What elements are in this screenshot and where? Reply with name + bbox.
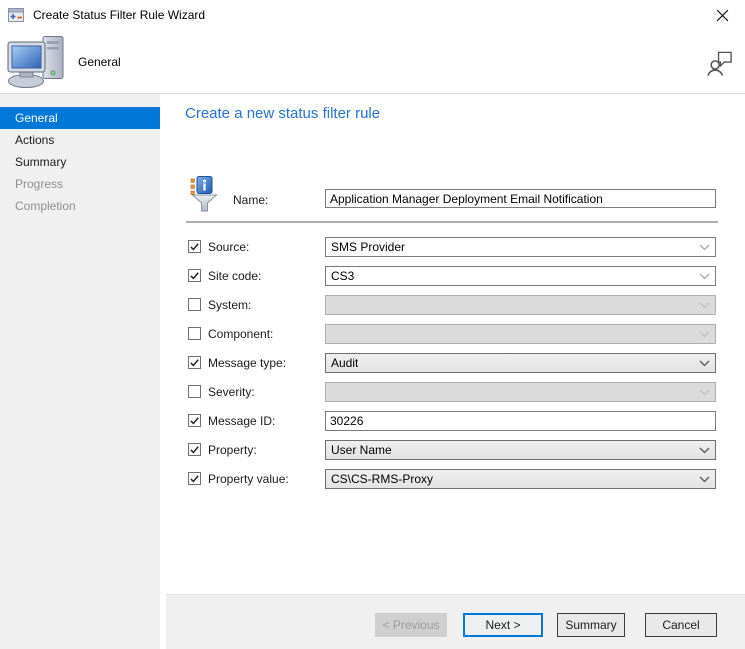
site-code-combo[interactable]: CS3	[325, 266, 716, 286]
property-checkbox[interactable]	[188, 443, 201, 456]
previous-button: < Previous	[375, 613, 447, 637]
severity-combo	[325, 382, 716, 402]
message-type-combo[interactable]: Audit	[325, 353, 716, 373]
message-id-label: Message ID:	[208, 414, 275, 428]
chevron-down-icon	[699, 244, 710, 251]
cancel-button[interactable]: Cancel	[645, 613, 717, 637]
name-field-wrap	[325, 189, 716, 208]
property-value-combo[interactable]: CS\CS-RMS-Proxy	[325, 469, 716, 489]
sidebar-item-actions[interactable]: Actions	[0, 129, 160, 151]
close-icon	[716, 9, 729, 22]
property-combo[interactable]: User Name	[325, 440, 716, 460]
property-value-checkbox[interactable]	[188, 472, 201, 485]
sidebar-item-general[interactable]: General	[0, 107, 160, 129]
chevron-down-icon	[699, 389, 710, 396]
wizard-nav-sidebar: General Actions Summary Progress Complet…	[0, 94, 160, 649]
severity-checkbox[interactable]	[188, 385, 201, 398]
chevron-down-icon	[699, 273, 710, 280]
computer-icon	[7, 35, 69, 89]
sidebar-item-summary[interactable]: Summary	[0, 151, 160, 173]
property-value-label: Property value:	[208, 472, 289, 486]
source-label: Source:	[208, 240, 249, 254]
wizard-window-icon	[8, 7, 24, 23]
site-code-label: Site code:	[208, 269, 261, 283]
chevron-down-icon	[699, 447, 710, 454]
window-title: Create Status Filter Rule Wizard	[33, 8, 205, 22]
wizard-window: Create Status Filter Rule Wizard	[0, 0, 745, 649]
source-combo[interactable]: SMS Provider	[325, 237, 716, 257]
property-label: Property:	[208, 443, 257, 457]
component-combo	[325, 324, 716, 344]
chevron-down-icon	[699, 302, 710, 309]
chevron-down-icon	[699, 331, 710, 338]
system-checkbox[interactable]	[188, 298, 201, 311]
page-title: Create a new status filter rule	[185, 105, 380, 122]
message-id-field-wrap	[325, 411, 716, 431]
chevron-down-icon	[699, 360, 710, 367]
status-filter-funnel-icon	[190, 176, 219, 214]
component-label: Component:	[208, 327, 273, 341]
system-combo	[325, 295, 716, 315]
feedback-person-icon	[707, 49, 734, 76]
message-id-input[interactable]	[325, 411, 716, 431]
chevron-down-icon	[699, 476, 710, 483]
sidebar-item-progress: Progress	[0, 173, 160, 195]
system-label: System:	[208, 298, 251, 312]
header-page-label: General	[78, 55, 121, 69]
component-checkbox[interactable]	[188, 327, 201, 340]
close-button[interactable]	[699, 0, 745, 30]
source-checkbox[interactable]	[188, 240, 201, 253]
message-id-checkbox[interactable]	[188, 414, 201, 427]
name-input[interactable]	[325, 189, 716, 208]
message-type-checkbox[interactable]	[188, 356, 201, 369]
feedback-button[interactable]	[707, 49, 734, 79]
wizard-header: General	[0, 30, 745, 94]
site-code-checkbox[interactable]	[188, 269, 201, 282]
group-separator	[186, 221, 718, 223]
sidebar-item-completion: Completion	[0, 195, 160, 217]
message-type-label: Message type:	[208, 356, 286, 370]
severity-label: Severity:	[208, 385, 255, 399]
summary-button[interactable]: Summary	[557, 613, 625, 637]
title-bar[interactable]: Create Status Filter Rule Wizard	[0, 0, 745, 30]
next-button[interactable]: Next >	[463, 613, 543, 637]
name-label: Name:	[233, 193, 268, 207]
